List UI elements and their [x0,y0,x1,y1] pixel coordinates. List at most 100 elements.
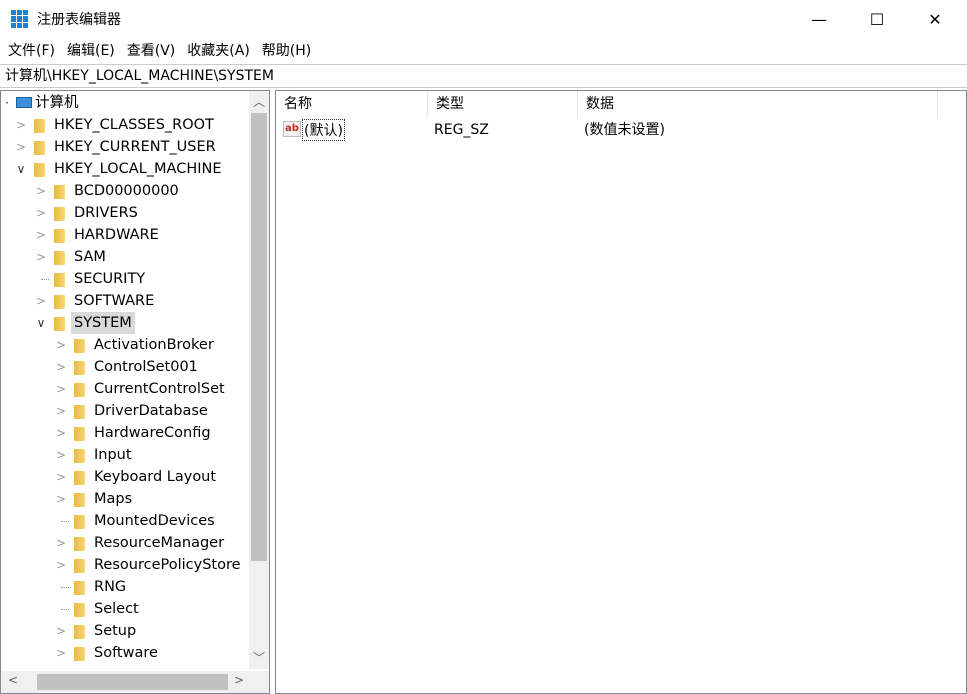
tree-item[interactable]: >Input [1,444,249,466]
tree-item[interactable]: RNG [1,576,249,598]
tree-item[interactable]: > ActivationBroker [1,334,249,356]
folder-icon [54,229,65,243]
tree-item[interactable]: ∨ HKEY_LOCAL_MACHINE [1,158,249,180]
window-title: 注册表编辑器 [37,9,121,29]
tree-item[interactable]: >Software [1,642,249,664]
tree-item[interactable]: > ControlSet001 [1,356,249,378]
tree-item[interactable]: MountedDevices [1,510,249,532]
expand-chevron-icon[interactable]: > [55,356,67,378]
column-header-name[interactable]: 名称 [276,91,428,117]
tree-item-label: ActivationBroker [91,334,217,356]
tree-dot-icon: · [1,92,13,114]
tree-item-label: HKEY_CLASSES_ROOT [51,114,217,136]
tree-item-label: SECURITY [71,268,148,290]
folder-icon [74,383,85,397]
folder-icon [74,647,85,661]
scroll-down-icon[interactable]: ﹀ [249,649,269,666]
tree-item-label: HARDWARE [71,224,162,246]
menu-favorites[interactable]: 收藏夹(A) [182,40,257,60]
tree-item-label: SAM [71,246,109,268]
value-data: (数值未设置) [584,119,665,141]
values-pane: 名称 类型 数据 ab (默认) REG_SZ (数值未设置) [275,90,967,694]
folder-icon [54,273,65,287]
maximize-button[interactable]: ☐ [848,0,906,38]
registry-tree: ·计算机>HKEY_CLASSES_ROOT>HKEY_CURRENT_USER… [0,90,270,694]
expand-chevron-icon[interactable]: > [55,378,67,400]
tree-item[interactable]: >Keyboard Layout [1,466,249,488]
expand-chevron-icon[interactable]: > [35,202,47,224]
vertical-scrollbar[interactable]: ︿ ﹀ [249,91,269,669]
column-header-data[interactable]: 数据 [578,91,938,117]
menu-view[interactable]: 查看(V) [122,40,183,60]
tree-item[interactable]: >Maps [1,488,249,510]
value-name[interactable]: (默认) [302,119,345,141]
expand-chevron-icon[interactable]: > [15,136,27,158]
expand-chevron-icon[interactable]: > [35,290,47,312]
tree-item[interactable]: >ResourcePolicyStore [1,554,249,576]
tree-item[interactable]: > HardwareConfig [1,422,249,444]
menu-file[interactable]: 文件(F) [3,40,62,60]
folder-icon [34,141,45,155]
scroll-left-icon[interactable]: < [3,673,23,687]
expand-chevron-icon[interactable]: > [55,334,67,356]
tree-item[interactable]: > HARDWARE [1,224,249,246]
folder-icon [54,185,65,199]
menu-help[interactable]: 帮助(H) [257,40,318,60]
vertical-scroll-thumb[interactable] [251,113,267,561]
tree-item[interactable]: > HKEY_CURRENT_USER [1,136,249,158]
tree-item-label: DRIVERS [71,202,141,224]
tree-item[interactable]: >DriverDatabase [1,400,249,422]
tree-item[interactable]: > Setup [1,620,249,642]
collapse-chevron-icon[interactable]: ∨ [35,312,47,334]
expand-chevron-icon[interactable]: > [55,620,67,642]
expand-chevron-icon[interactable]: > [55,400,67,422]
tree-item[interactable]: SECURITY [1,268,249,290]
expand-chevron-icon[interactable]: > [55,532,67,554]
folder-icon [54,317,65,331]
horizontal-scroll-thumb[interactable] [37,674,228,690]
folder-icon [74,537,85,551]
menu-edit[interactable]: 编辑(E) [62,40,122,60]
tree-item-label: Setup [91,620,139,642]
tree-item[interactable]: > SAM [1,246,249,268]
scroll-up-icon[interactable]: ︿ [249,93,269,110]
folder-icon [34,163,45,177]
expand-chevron-icon[interactable]: > [55,422,67,444]
tree-item[interactable]: > DRIVERS [1,202,249,224]
minimize-button[interactable]: — [790,0,848,38]
collapse-chevron-icon[interactable]: ∨ [15,158,27,180]
string-value-icon: ab [283,121,301,137]
folder-icon [54,207,65,221]
tree-item[interactable]: >BCD00000000 [1,180,249,202]
folder-icon [74,427,85,441]
tree-item[interactable]: > SOFTWARE [1,290,249,312]
tree-item-label: HKEY_LOCAL_MACHINE [51,158,225,180]
horizontal-scrollbar[interactable]: < > [1,671,269,693]
expand-chevron-icon[interactable]: > [15,114,27,136]
expand-chevron-icon[interactable]: > [55,444,67,466]
tree-item-label: HardwareConfig [91,422,214,444]
expand-chevron-icon[interactable]: > [35,246,47,268]
address-bar[interactable]: 计算机\HKEY_LOCAL_MACHINE\SYSTEM [0,64,967,88]
column-header-type[interactable]: 类型 [428,91,578,117]
expand-chevron-icon[interactable]: > [55,554,67,576]
tree-item[interactable]: ∨SYSTEM [1,312,249,334]
close-button[interactable]: ✕ [906,0,964,38]
regedit-app-icon [11,10,29,28]
tree-item[interactable]: ·计算机 [1,92,249,114]
tree-item[interactable]: Select [1,598,249,620]
expand-chevron-icon[interactable]: > [55,466,67,488]
folder-icon [74,361,85,375]
tree-item[interactable]: >CurrentControlSet [1,378,249,400]
expand-chevron-icon[interactable]: > [55,488,67,510]
menu-bar: 文件(F) 编辑(E) 查看(V) 收藏夹(A) 帮助(H) [0,38,318,62]
tree-item[interactable]: > HKEY_CLASSES_ROOT [1,114,249,136]
tree-item[interactable]: >ResourceManager [1,532,249,554]
expand-chevron-icon[interactable]: > [35,180,47,202]
expand-chevron-icon[interactable]: > [35,224,47,246]
scroll-right-icon[interactable]: > [229,673,249,687]
expand-chevron-icon[interactable]: > [55,642,67,664]
tree-item-label: ControlSet001 [91,356,201,378]
tree-item-label: SOFTWARE [71,290,157,312]
tree-item-label: HKEY_CURRENT_USER [51,136,219,158]
